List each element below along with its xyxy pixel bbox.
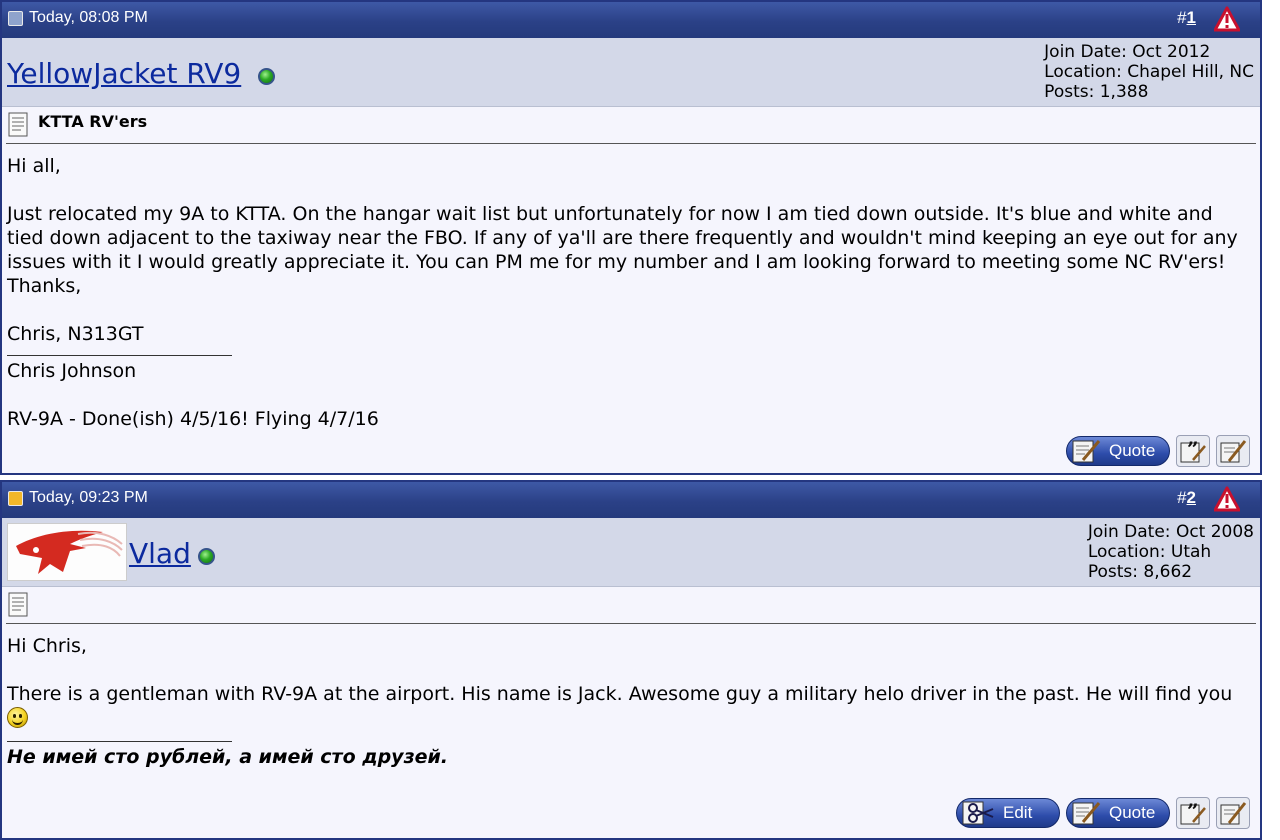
- online-status-icon: [198, 548, 215, 565]
- post-count: Posts: 8,662: [1087, 562, 1193, 582]
- quote-pencil-icon: [1072, 802, 1101, 825]
- message-greeting: Hi Chris,: [7, 635, 87, 657]
- user-stats: Join Date: Oct 2012 Location: Chapel Hil…: [1044, 42, 1254, 102]
- signature: Не имей сто рублей, а имей сто друзей.: [7, 746, 449, 768]
- post-number: 1: [1186, 8, 1196, 27]
- quick-reply-icon: [1220, 440, 1247, 463]
- quote-button[interactable]: Quote: [1066, 436, 1170, 466]
- warning-triangle-icon[interactable]: [1214, 486, 1240, 512]
- online-status-icon: [258, 68, 275, 85]
- signature-line-2: RV-9A - Done(ish) 4/5/16! Flying 4/7/16: [7, 408, 379, 430]
- quick-reply-button[interactable]: [1216, 435, 1250, 467]
- user-stats: Join Date: Oct 2008 Location: Utah Posts…: [1088, 522, 1254, 582]
- post-number: 2: [1186, 488, 1196, 507]
- multi-quote-icon: ”: [1180, 438, 1206, 463]
- post-date: Today, 09:23 PM: [29, 489, 148, 506]
- document-icon: [8, 592, 28, 617]
- post-status-icon: [8, 10, 23, 26]
- document-icon: [8, 112, 28, 137]
- join-date: Join Date: Oct 2012: [1044, 42, 1211, 62]
- post-number-link[interactable]: #2: [1177, 488, 1196, 508]
- svg-text:”: ”: [1187, 800, 1199, 823]
- post-header: Today, 08:08 PM #1: [2, 2, 1260, 38]
- quick-reply-icon: [1220, 802, 1247, 825]
- join-date: Join Date: Oct 2008: [1087, 522, 1254, 542]
- post-number-prefix: #: [1177, 488, 1187, 507]
- warning-triangle-icon[interactable]: [1214, 6, 1240, 32]
- message-greeting: Hi all,: [7, 155, 61, 177]
- post-actions: Edit Quote ”: [956, 797, 1250, 829]
- multi-quote-icon: ”: [1180, 800, 1206, 825]
- multi-quote-button[interactable]: ”: [1176, 435, 1210, 467]
- post-date: Today, 08:08 PM: [29, 9, 148, 26]
- post-status-new-icon: [8, 490, 23, 506]
- quote-button-label: Quote: [1109, 441, 1156, 460]
- signature-line-1: Chris Johnson: [7, 360, 137, 382]
- message-body-wrap: There is a gentleman with RV-9A at the a…: [7, 682, 1255, 730]
- post-message: Hi Chris, There is a gentleman with RV-9…: [2, 624, 1260, 769]
- post-date-wrap: Today, 09:23 PM: [8, 489, 148, 507]
- message-body: Just relocated my 9A to KTTA. On the han…: [7, 203, 1238, 297]
- quote-button-label: Quote: [1109, 803, 1156, 822]
- edit-button-label: Edit: [1003, 803, 1033, 822]
- username-link[interactable]: YellowJacket RV9: [7, 57, 241, 90]
- location: Location: Chapel Hill, NC: [1044, 62, 1254, 82]
- message-body: There is a gentleman with RV-9A at the a…: [7, 683, 1233, 705]
- avatar[interactable]: [7, 523, 127, 581]
- post-number-prefix: #: [1177, 8, 1187, 27]
- post-title-row: KTTA RV'ers: [6, 107, 1256, 144]
- username-link[interactable]: Vlad: [129, 537, 191, 570]
- quote-pencil-icon: [1072, 440, 1101, 463]
- signature-divider: [7, 355, 232, 356]
- location: Location: Utah: [1087, 542, 1212, 562]
- signature-divider: [7, 741, 232, 742]
- avatar-logo: [16, 530, 123, 574]
- post-date-wrap: Today, 08:08 PM: [8, 9, 148, 27]
- post-count: Posts: 1,388: [1044, 82, 1149, 102]
- edit-scissors-icon: [962, 801, 994, 825]
- post-2: Today, 09:23 PM #2 Vlad Join Date: Oct 2…: [0, 480, 1262, 840]
- multi-quote-button[interactable]: ”: [1176, 797, 1210, 829]
- post-header: Today, 09:23 PM #2: [2, 482, 1260, 518]
- smiley-icon: [7, 707, 28, 728]
- post-actions: Quote ”: [1066, 435, 1250, 467]
- user-info-row: Vlad Join Date: Oct 2008 Location: Utah …: [2, 518, 1260, 587]
- quick-reply-button[interactable]: [1216, 797, 1250, 829]
- quote-button[interactable]: Quote: [1066, 798, 1170, 828]
- post-title: KTTA RV'ers: [38, 112, 148, 131]
- user-info-row: YellowJacket RV9 Join Date: Oct 2012 Loc…: [2, 38, 1260, 107]
- post-number-link[interactable]: #1: [1177, 8, 1196, 28]
- post-1: Today, 08:08 PM #1 YellowJacket RV9 Join…: [0, 0, 1262, 475]
- edit-button[interactable]: Edit: [956, 798, 1060, 828]
- svg-text:”: ”: [1187, 438, 1199, 461]
- post-title-row: [6, 587, 1256, 624]
- message-signoff: Chris, N313GT: [7, 323, 144, 345]
- post-message: Hi all, Just relocated my 9A to KTTA. On…: [2, 144, 1260, 431]
